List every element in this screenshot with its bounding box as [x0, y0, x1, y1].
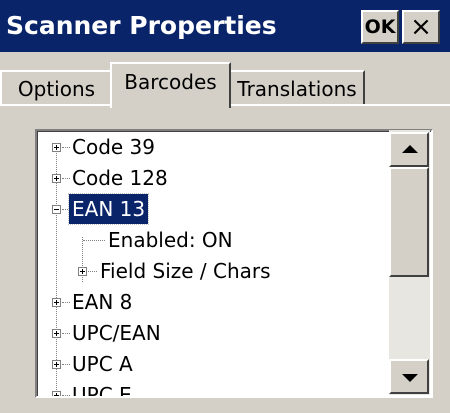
window-title: Scanner Properties — [6, 11, 277, 40]
tab-translations[interactable]: Translations — [229, 70, 365, 106]
tree-item-upc-e[interactable]: UPC E — [38, 380, 398, 398]
arrow-down-icon — [402, 374, 418, 382]
plus-box-icon[interactable] — [52, 298, 61, 307]
ok-button[interactable]: OK — [361, 10, 399, 44]
plus-box-icon[interactable] — [78, 267, 87, 276]
tree-item-code-39[interactable]: Code 39 — [38, 132, 398, 162]
tree-content: Code 39 Code 128 EAN 13 Enabled: ON Fiel… — [37, 131, 431, 396]
tab-barcodes-label: Barcodes — [124, 70, 217, 94]
tree-connector — [62, 395, 70, 396]
close-button[interactable]: × — [402, 10, 440, 44]
tree-connector — [88, 271, 97, 272]
scroll-down-button[interactable] — [389, 359, 429, 394]
plus-box-icon[interactable] — [52, 391, 61, 396]
tab-translations-label: Translations — [237, 77, 357, 101]
tree-item-label: Code 39 — [72, 135, 156, 159]
tree-item-upc-a[interactable]: UPC A — [38, 349, 398, 379]
tree-item-upc-ean[interactable]: UPC/EAN — [38, 318, 398, 348]
tree-item-label: UPC E — [72, 383, 132, 398]
tree-connector — [83, 240, 105, 241]
plus-box-icon[interactable] — [52, 174, 61, 183]
tree-connector — [62, 333, 70, 334]
vertical-scrollbar[interactable] — [389, 130, 430, 395]
tree-connector — [62, 302, 70, 303]
tree-item-ean-13[interactable]: EAN 13 — [38, 193, 398, 225]
tab-strip: Options Barcodes Translations — [0, 52, 450, 108]
minus-box-icon[interactable] — [52, 205, 61, 214]
arrow-up-icon — [402, 145, 418, 153]
tab-barcodes[interactable]: Barcodes — [110, 62, 231, 108]
tab-options-label: Options — [17, 77, 96, 101]
tree-item-label: UPC/EAN — [72, 321, 161, 345]
tree-item-label: UPC A — [72, 352, 133, 376]
tree-item-field-size[interactable]: Field Size / Chars — [38, 256, 398, 286]
tree-connector — [62, 147, 70, 148]
tree-item-label: Field Size / Chars — [100, 259, 271, 283]
tab-options[interactable]: Options — [0, 70, 113, 106]
scroll-up-button[interactable] — [389, 132, 429, 167]
tree-item-ean-8[interactable]: EAN 8 — [38, 287, 398, 317]
title-bar: Scanner Properties OK × — [0, 0, 450, 52]
tree-item-code-128[interactable]: Code 128 — [38, 163, 398, 193]
plus-box-icon[interactable] — [52, 329, 61, 338]
barcode-tree-view[interactable]: Code 39 Code 128 EAN 13 Enabled: ON Fiel… — [35, 129, 433, 398]
tree-item-label: Code 128 — [72, 166, 168, 190]
close-icon: × — [410, 12, 432, 42]
tree-item-enabled[interactable]: Enabled: ON — [38, 225, 398, 255]
tree-connector — [62, 364, 70, 365]
tree-item-label: EAN 13 — [67, 193, 150, 225]
plus-box-icon[interactable] — [52, 360, 61, 369]
tree-item-label: EAN 8 — [72, 290, 133, 314]
tree-item-label: Enabled: ON — [108, 228, 233, 252]
tree-connector — [62, 178, 70, 179]
scroll-thumb[interactable] — [389, 167, 429, 277]
plus-box-icon[interactable] — [52, 143, 61, 152]
